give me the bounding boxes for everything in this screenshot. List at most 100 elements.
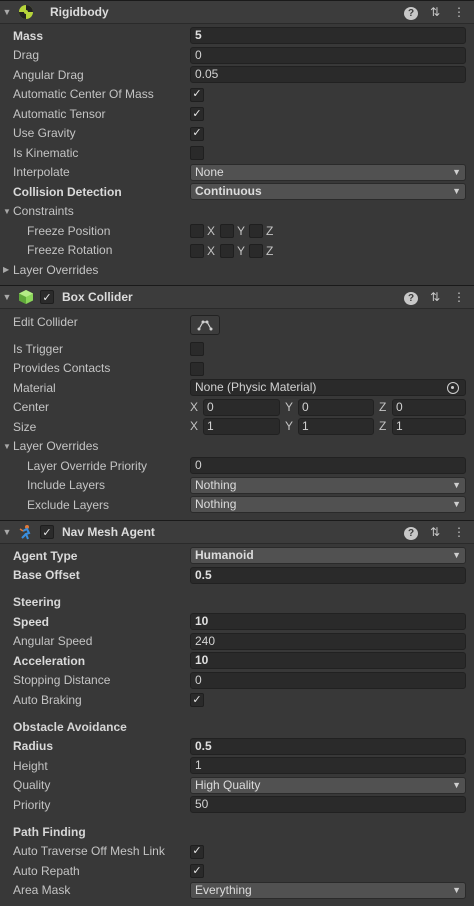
freeze-position-z-checkbox[interactable]	[249, 224, 263, 238]
axis-z-label: Z	[379, 419, 387, 433]
is-kinematic-checkbox[interactable]	[190, 146, 204, 160]
help-icon[interactable]: ?	[404, 290, 418, 305]
nav-mesh-agent-icon	[18, 524, 34, 540]
angular-drag-field[interactable]: 0.05	[190, 66, 466, 83]
freeze-position-y-checkbox[interactable]	[220, 224, 234, 238]
angular-speed-row: Angular Speed 240	[0, 632, 474, 652]
axis-x-label: X	[190, 399, 199, 414]
acceleration-field[interactable]: 10	[190, 652, 466, 669]
center-y-field[interactable]: 0	[298, 398, 374, 416]
include-layers-dropdown[interactable]: Nothing ▼	[190, 476, 466, 494]
speed-field[interactable]: 10	[190, 613, 466, 630]
layer-override-priority-row: Layer Override Priority 0	[0, 456, 474, 476]
kebab-menu-icon[interactable]: ⋮	[452, 290, 466, 305]
material-label: Material	[13, 380, 56, 395]
auto-com-row: Automatic Center Of Mass ✓	[0, 85, 474, 105]
height-row: Height 1	[0, 756, 474, 776]
presets-icon[interactable]: ⇅	[428, 5, 442, 20]
bc-layer-overrides-row[interactable]: ▼ Layer Overrides	[0, 437, 474, 457]
checkmark-icon: ✓	[192, 845, 202, 857]
steering-section-label: Steering	[13, 595, 62, 609]
quality-row: Quality High Quality ▼	[0, 776, 474, 796]
angular-speed-field[interactable]: 240	[190, 632, 466, 650]
auto-braking-checkbox[interactable]: ✓	[190, 693, 204, 707]
kebab-menu-icon[interactable]: ⋮	[452, 525, 466, 540]
fold-arrow-right-icon[interactable]: ▶	[3, 265, 9, 274]
agent-type-dropdown[interactable]: Humanoid ▼	[190, 547, 466, 564]
fold-arrow-icon[interactable]: ▼	[2, 527, 12, 537]
auto-traverse-checkbox[interactable]: ✓	[190, 844, 204, 859]
auto-repath-checkbox[interactable]: ✓	[190, 864, 204, 878]
layer-override-priority-field[interactable]: 0	[190, 457, 466, 474]
enabled-checkbox[interactable]: ✓	[40, 290, 54, 304]
area-mask-label: Area Mask	[13, 883, 71, 898]
constraints-row[interactable]: ▼ Constraints	[0, 202, 474, 222]
auto-tensor-row: Automatic Tensor ✓	[0, 104, 474, 124]
fold-arrow-icon[interactable]: ▼	[3, 207, 11, 216]
height-field[interactable]: 1	[190, 757, 466, 774]
angular-speed-label: Angular Speed	[13, 634, 93, 649]
box-collider-component: ▼ ✓ Box Collider ? ⇅ ⋮ Edit Collider Is …	[0, 285, 474, 515]
agent-type-label: Agent Type	[13, 548, 78, 563]
interpolate-value: None	[195, 164, 224, 179]
auto-traverse-row: Auto Traverse Off Mesh Link ✓	[0, 842, 474, 862]
edit-collider-label: Edit Collider	[13, 315, 78, 329]
collision-detection-dropdown[interactable]: Continuous ▼	[190, 183, 466, 200]
quality-dropdown[interactable]: High Quality ▼	[190, 776, 466, 794]
speed-row: Speed 10	[0, 612, 474, 632]
provides-contacts-checkbox[interactable]	[190, 361, 204, 376]
stopping-distance-field[interactable]: 0	[190, 671, 466, 689]
presets-icon[interactable]: ⇅	[428, 290, 442, 305]
path-finding-section-label: Path Finding	[13, 824, 86, 839]
object-picker-icon[interactable]	[447, 382, 459, 394]
interpolate-dropdown[interactable]: None ▼	[190, 163, 466, 181]
chevron-down-icon: ▼	[452, 499, 461, 509]
is-trigger-checkbox[interactable]	[190, 342, 204, 356]
quality-label: Quality	[13, 778, 51, 793]
drag-field[interactable]: 0	[190, 46, 466, 64]
edit-collider-button[interactable]	[190, 315, 220, 335]
center-label: Center	[13, 400, 50, 415]
kebab-menu-icon[interactable]: ⋮	[452, 5, 466, 20]
size-z-field[interactable]: 1	[392, 418, 466, 435]
base-offset-row: Base Offset 0.5	[0, 566, 474, 586]
collision-detection-label: Collision Detection	[13, 184, 122, 199]
rb-layer-overrides-row[interactable]: ▶ Layer Overrides	[0, 260, 474, 280]
base-offset-field[interactable]: 0.5	[190, 566, 466, 584]
acceleration-row: Acceleration 10	[0, 651, 474, 671]
freeze-position-x-checkbox[interactable]	[190, 224, 204, 238]
exclude-layers-dropdown[interactable]: Nothing ▼	[190, 496, 466, 513]
fold-arrow-icon[interactable]: ▼	[3, 442, 11, 451]
auto-tensor-checkbox[interactable]: ✓	[190, 107, 204, 121]
freeze-rotation-z-checkbox[interactable]	[249, 243, 263, 258]
checkmark-icon: ✓	[192, 107, 202, 120]
material-field[interactable]: None (Physic Material)	[190, 379, 466, 396]
help-icon[interactable]: ?	[404, 525, 418, 540]
size-x-field[interactable]: 1	[203, 418, 280, 435]
radius-field[interactable]: 0.5	[190, 737, 466, 755]
nav-mesh-agent-header[interactable]: ▼ ✓ Nav Mesh Agent ? ⇅ ⋮	[0, 520, 474, 544]
component-title: Rigidbody	[50, 5, 109, 19]
collision-detection-row: Collision Detection Continuous ▼	[0, 182, 474, 202]
freeze-rotation-x-checkbox[interactable]	[190, 243, 204, 258]
help-icon[interactable]: ?	[404, 5, 418, 20]
area-mask-dropdown[interactable]: Everything ▼	[190, 881, 466, 899]
agent-type-value: Humanoid	[195, 548, 254, 562]
presets-icon[interactable]: ⇅	[428, 525, 442, 540]
mass-field[interactable]: 5	[190, 27, 466, 44]
enabled-checkbox[interactable]: ✓	[40, 525, 54, 539]
priority-field[interactable]: 50	[190, 796, 466, 813]
size-y-field[interactable]: 1	[298, 418, 374, 435]
center-x-field[interactable]: 0	[203, 398, 280, 416]
rigidbody-header[interactable]: ▼ Rigidbody ? ⇅ ⋮	[0, 0, 474, 24]
center-z-field[interactable]: 0	[392, 398, 466, 416]
auto-com-checkbox[interactable]: ✓	[190, 87, 204, 102]
fold-arrow-icon[interactable]: ▼	[2, 7, 12, 17]
box-collider-header[interactable]: ▼ ✓ Box Collider ? ⇅ ⋮	[0, 285, 474, 309]
angular-drag-label: Angular Drag	[13, 67, 84, 82]
fold-arrow-icon[interactable]: ▼	[2, 292, 12, 302]
is-trigger-label: Is Trigger	[13, 341, 64, 356]
use-gravity-checkbox[interactable]: ✓	[190, 126, 204, 141]
freeze-rotation-y-checkbox[interactable]	[220, 243, 234, 258]
speed-label: Speed	[13, 614, 50, 629]
